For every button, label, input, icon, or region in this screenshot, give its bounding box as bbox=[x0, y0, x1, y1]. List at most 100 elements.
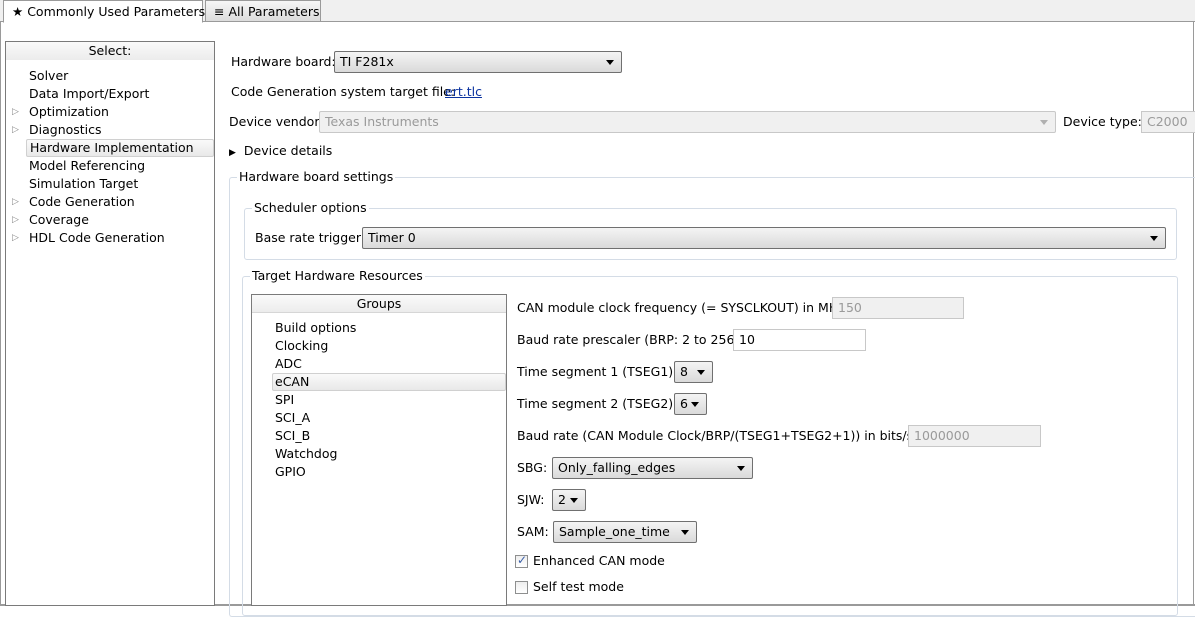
sbg-dropdown[interactable]: Only_falling_edges bbox=[552, 457, 753, 479]
hardware-board-value: TI F281x bbox=[340, 54, 394, 69]
sidebar-item-hardware-implementation[interactable]: Hardware Implementation bbox=[6, 139, 214, 157]
sam-value: Sample_one_time bbox=[559, 524, 670, 539]
category-tree: Select: Solver Data Import/Export ▷ Optimiz… bbox=[5, 41, 215, 606]
group-item-label: GPIO bbox=[275, 464, 306, 479]
group-item-sci-b[interactable]: SCI_B bbox=[252, 427, 506, 445]
hardware-board-settings-title: Hardware board settings bbox=[237, 169, 396, 184]
checkbox-icon bbox=[515, 581, 528, 594]
sidebar-item-code-generation[interactable]: ▷ Code Generation bbox=[6, 193, 214, 211]
target-file-link[interactable]: ert.tlc bbox=[445, 84, 482, 99]
can-clock-field[interactable]: 150 bbox=[832, 297, 964, 319]
hardware-board-label: Hardware board: bbox=[231, 54, 336, 69]
sam-label: SAM: bbox=[517, 524, 549, 539]
device-vendor-dropdown[interactable]: Texas Instruments bbox=[319, 111, 1056, 133]
group-item-label: SPI bbox=[275, 392, 295, 407]
scheduler-options-title: Scheduler options bbox=[252, 200, 369, 215]
group-item-adc[interactable]: ADC bbox=[252, 355, 506, 373]
chevron-down-icon bbox=[691, 402, 699, 407]
tseg1-dropdown[interactable]: 8 bbox=[674, 361, 713, 383]
brp-label: Baud rate prescaler (BRP: 2 to 256): bbox=[517, 332, 744, 347]
sidebar-item-model-referencing[interactable]: Model Referencing bbox=[6, 157, 214, 175]
group-item-clocking[interactable]: Clocking bbox=[252, 337, 506, 355]
device-vendor-value: Texas Instruments bbox=[325, 114, 439, 129]
group-item-gpio[interactable]: GPIO bbox=[252, 463, 506, 481]
device-vendor-label: Device vendor: bbox=[229, 114, 324, 129]
group-item-spi[interactable]: SPI bbox=[252, 391, 506, 409]
chevron-down-icon bbox=[737, 466, 745, 471]
enhanced-can-mode-checkbox[interactable]: Enhanced CAN mode bbox=[515, 553, 715, 571]
sidebar-item-optimization[interactable]: ▷ Optimization bbox=[6, 103, 214, 121]
can-clock-label: CAN module clock frequency (= SYSCLKOUT)… bbox=[517, 300, 850, 315]
sidebar-item-hdl-code-generation[interactable]: ▷ HDL Code Generation bbox=[6, 229, 214, 247]
sidebar-item-label: Solver bbox=[29, 68, 69, 83]
expand-arrow-icon[interactable]: ▷ bbox=[12, 121, 19, 139]
expand-arrow-icon[interactable]: ▷ bbox=[12, 193, 19, 211]
tseg2-label: Time segment 2 (TSEG2): bbox=[517, 396, 678, 411]
sidebar-item-solver[interactable]: Solver bbox=[6, 67, 214, 85]
sidebar-item-diagnostics[interactable]: ▷ Diagnostics bbox=[6, 121, 214, 139]
group-item-watchdog[interactable]: Watchdog bbox=[252, 445, 506, 463]
group-item-sci-a[interactable]: SCI_A bbox=[252, 409, 506, 427]
chevron-down-icon bbox=[1150, 236, 1158, 241]
sidebar-item-label: Hardware Implementation bbox=[30, 140, 194, 155]
expand-arrow-icon[interactable]: ▷ bbox=[12, 229, 19, 247]
device-details-toggle[interactable]: ▶ Device details bbox=[229, 143, 332, 158]
sbg-label: SBG: bbox=[517, 460, 548, 475]
sidebar-item-simulation-target[interactable]: Simulation Target bbox=[6, 175, 214, 193]
sam-dropdown[interactable]: Sample_one_time bbox=[553, 521, 697, 543]
list-icon: ≡ bbox=[214, 4, 225, 19]
sidebar-item-coverage[interactable]: ▷ Coverage bbox=[6, 211, 214, 229]
expand-arrow-icon[interactable]: ▷ bbox=[12, 211, 19, 229]
sidebar-item-label: Diagnostics bbox=[29, 122, 102, 137]
baud-rate-field[interactable]: 1000000 bbox=[908, 425, 1041, 447]
self-test-mode-label: Self test mode bbox=[533, 579, 624, 594]
sidebar-item-data-import-export[interactable]: Data Import/Export bbox=[6, 85, 214, 103]
tab-label: Commonly Used Parameters bbox=[27, 4, 206, 19]
group-item-label: SCI_A bbox=[275, 410, 311, 425]
group-item-label: Watchdog bbox=[275, 446, 338, 461]
sjw-dropdown[interactable]: 2 bbox=[552, 489, 586, 511]
target-hardware-resources-title: Target Hardware Resources bbox=[250, 268, 425, 283]
group-item-label: Clocking bbox=[275, 338, 329, 353]
tseg1-label: Time segment 1 (TSEG1): bbox=[517, 364, 678, 379]
tab-all-parameters[interactable]: ≡ All Parameters bbox=[205, 0, 321, 22]
chevron-down-icon bbox=[697, 370, 705, 375]
sidebar-item-label: Optimization bbox=[29, 104, 109, 119]
sbg-value: Only_falling_edges bbox=[558, 460, 676, 475]
window-border bbox=[0, 22, 1, 606]
chevron-down-icon bbox=[681, 530, 689, 535]
expand-arrow-icon: ▶ bbox=[229, 148, 236, 158]
base-rate-trigger-dropdown[interactable]: Timer 0 bbox=[362, 227, 1166, 249]
hardware-board-dropdown[interactable]: TI F281x bbox=[334, 51, 622, 73]
group-item-label: SCI_B bbox=[275, 428, 311, 443]
tab-commonly-used-parameters[interactable]: ★ Commonly Used Parameters bbox=[3, 0, 206, 23]
sidebar-item-label: Data Import/Export bbox=[29, 86, 150, 101]
category-tree-header: Select: bbox=[6, 42, 214, 60]
expand-arrow-icon[interactable]: ▷ bbox=[12, 103, 19, 121]
group-item-label: Build options bbox=[275, 320, 357, 335]
sidebar-item-label: HDL Code Generation bbox=[29, 230, 165, 245]
group-item-build-options[interactable]: Build options bbox=[252, 319, 506, 337]
device-type-field[interactable]: C2000 bbox=[1141, 111, 1195, 133]
sjw-label: SJW: bbox=[517, 492, 545, 507]
groups-list: Groups Build options Clocking ADC eCAN SPI SC… bbox=[251, 294, 507, 606]
sidebar-item-label: Model Referencing bbox=[29, 158, 146, 173]
star-icon: ★ bbox=[12, 4, 24, 19]
tab-label: All Parameters bbox=[228, 4, 320, 19]
baud-rate-label: Baud rate (CAN Module Clock/BRP/(TSEG1+T… bbox=[517, 428, 932, 443]
checkbox-icon bbox=[515, 553, 528, 568]
base-rate-trigger-label: Base rate trigger: bbox=[255, 230, 365, 245]
group-item-label: eCAN bbox=[275, 374, 310, 389]
group-item-label: ADC bbox=[275, 356, 302, 371]
sjw-value: 2 bbox=[558, 492, 566, 507]
sidebar-item-label: Coverage bbox=[29, 212, 89, 227]
self-test-mode-checkbox[interactable]: Self test mode bbox=[515, 579, 715, 597]
groups-header: Groups bbox=[252, 295, 506, 313]
target-file-label: Code Generation system target file: bbox=[231, 84, 456, 99]
device-type-label: Device type: bbox=[1063, 114, 1142, 129]
base-rate-trigger-value: Timer 0 bbox=[368, 230, 416, 245]
tseg2-dropdown[interactable]: 6 bbox=[674, 393, 707, 415]
group-item-ecan[interactable]: eCAN bbox=[252, 373, 506, 391]
chevron-down-icon bbox=[1040, 120, 1048, 125]
brp-field[interactable]: 10 bbox=[733, 329, 866, 351]
